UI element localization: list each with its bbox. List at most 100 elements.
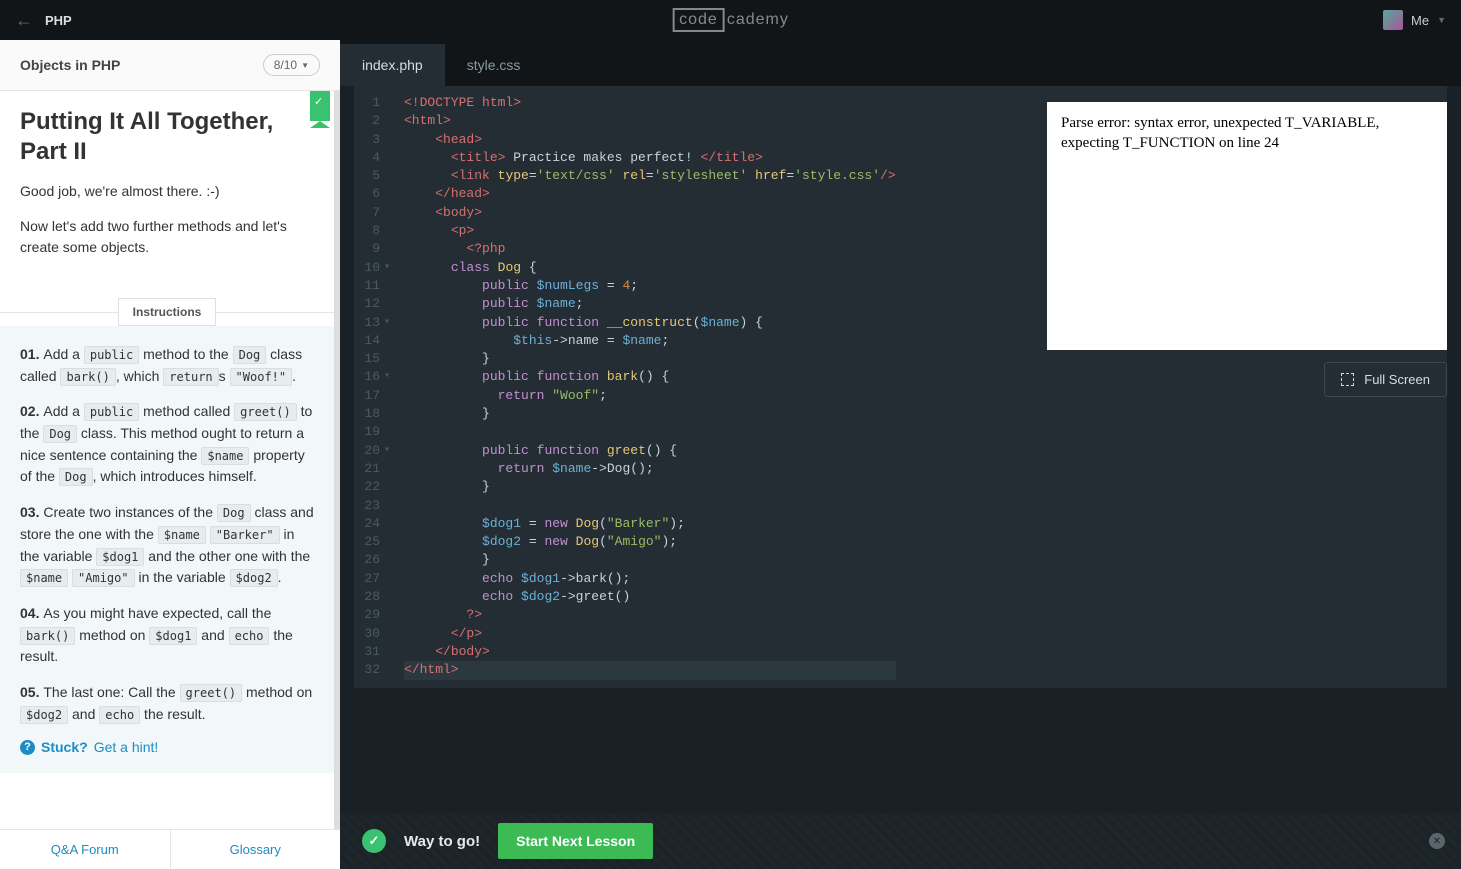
code-line[interactable]: <html> <box>404 112 896 130</box>
stuck-label: Stuck? <box>41 739 88 755</box>
check-icon: ✓ <box>314 95 323 108</box>
code-line[interactable]: $dog2 = new Dog("Amigo"); <box>404 533 896 551</box>
hint-link[interactable]: Get a hint! <box>94 739 159 755</box>
logo-boxed: code <box>672 8 725 32</box>
gutter-line-number: 2 <box>358 112 386 130</box>
code-line[interactable]: </head> <box>404 185 896 203</box>
instruction-step: 04. As you might have expected, call the… <box>20 603 314 668</box>
code-line[interactable]: public function greet() { <box>404 442 896 460</box>
code-line[interactable]: $this->name = $name; <box>404 332 896 350</box>
status-text: Way to go! <box>404 833 480 850</box>
code-line[interactable]: return "Woof"; <box>404 387 896 405</box>
inline-code: bark() <box>60 368 115 386</box>
close-icon[interactable]: ✕ <box>1429 833 1445 849</box>
gutter-line-number: 24 <box>358 515 386 533</box>
gutter-line-number: 9 <box>358 240 386 258</box>
code-line[interactable]: ?> <box>404 606 896 624</box>
step-count: 8/10 <box>274 58 297 72</box>
fold-icon[interactable]: ▾ <box>384 259 390 277</box>
step-selector[interactable]: 8/10 ▼ <box>263 54 320 76</box>
code-line[interactable]: return $name->Dog(); <box>404 460 896 478</box>
fold-icon[interactable]: ▾ <box>384 442 390 460</box>
code-line[interactable]: public function __construct($name) { <box>404 314 896 332</box>
inline-code: $dog2 <box>20 706 68 724</box>
code-line[interactable]: public function bark() { <box>404 368 896 386</box>
inline-code: echo <box>99 706 140 724</box>
hint-row[interactable]: ? Stuck? Get a hint! <box>20 739 314 755</box>
tab-style-css[interactable]: style.css <box>445 44 543 86</box>
code-line[interactable]: } <box>404 478 896 496</box>
logo[interactable]: code cademy <box>672 8 789 32</box>
gutter-line-number: 3 <box>358 131 386 149</box>
instruction-step: 03. Create two instances of the Dog clas… <box>20 502 314 589</box>
start-next-lesson-button[interactable]: Start Next Lesson <box>498 823 653 859</box>
fold-icon[interactable]: ▾ <box>384 314 390 332</box>
code-line[interactable]: <p> <box>404 222 896 240</box>
inline-code: "Barker" <box>210 526 280 544</box>
output-content: Parse error: syntax error, unexpected T_… <box>1047 102 1447 350</box>
gutter-line-number: 16▾ <box>358 368 386 386</box>
code-line[interactable] <box>404 497 896 515</box>
gutter-line-number: 30 <box>358 625 386 643</box>
code-line[interactable]: public $numLegs = 4; <box>404 277 896 295</box>
code-line[interactable]: </html> <box>404 661 896 679</box>
lesson-title: Putting It All Together, Part II <box>20 107 294 167</box>
code-line[interactable]: } <box>404 551 896 569</box>
inline-code: echo <box>229 627 270 645</box>
gutter-line-number: 11 <box>358 277 386 295</box>
check-circle-icon: ✓ <box>362 829 386 853</box>
gutter-line-number: 20▾ <box>358 442 386 460</box>
question-icon: ? <box>20 740 35 755</box>
gutter-line-number: 18 <box>358 405 386 423</box>
fold-icon[interactable]: ▾ <box>384 368 390 386</box>
code-line[interactable]: </p> <box>404 625 896 643</box>
back-arrow-icon[interactable]: ← <box>15 10 33 31</box>
code-line[interactable]: <title> Practice makes perfect! </title> <box>404 149 896 167</box>
code-line[interactable] <box>404 423 896 441</box>
code-line[interactable]: } <box>404 350 896 368</box>
inline-code: "Amigo" <box>72 569 135 587</box>
lesson-category: Objects in PHP <box>20 57 120 73</box>
user-menu[interactable]: Me ▼ <box>1383 10 1446 30</box>
inline-code: $dog1 <box>96 548 144 566</box>
code-line[interactable]: echo $dog1->bark(); <box>404 570 896 588</box>
code-line[interactable]: <!DOCTYPE html> <box>404 94 896 112</box>
instructions-heading: Instructions <box>118 298 217 326</box>
glossary-link[interactable]: Glossary <box>171 830 341 869</box>
inline-code: public <box>84 346 139 364</box>
code-line[interactable]: echo $dog2->greet() <box>404 588 896 606</box>
inline-code: $name <box>20 569 68 587</box>
gutter-line-number: 14 <box>358 332 386 350</box>
gutter-line-number: 21 <box>358 460 386 478</box>
code-line[interactable]: <?php <box>404 240 896 258</box>
code-line[interactable]: <body> <box>404 204 896 222</box>
header-bar: ← PHP code cademy Me ▼ <box>0 0 1461 40</box>
inline-code: $name <box>201 447 249 465</box>
code-line[interactable]: <head> <box>404 131 896 149</box>
gutter-line-number: 6 <box>358 185 386 203</box>
gutter-line-number: 25 <box>358 533 386 551</box>
gutter-line-number: 27 <box>358 570 386 588</box>
footer-bar: ✓ Way to go! Start Next Lesson ✕ <box>340 813 1461 869</box>
qa-forum-link[interactable]: Q&A Forum <box>0 830 171 869</box>
editor-tabs: index.php style.css <box>340 40 1461 86</box>
gutter-line-number: 23 <box>358 497 386 515</box>
fullscreen-button[interactable]: Full Screen <box>1324 362 1447 397</box>
inline-code: public <box>84 403 139 421</box>
inline-code: greet() <box>180 684 243 702</box>
code-line[interactable]: </body> <box>404 643 896 661</box>
gutter-line-number: 17 <box>358 387 386 405</box>
code-line[interactable]: } <box>404 405 896 423</box>
inline-code: return <box>163 368 218 386</box>
code-line[interactable]: public $name; <box>404 295 896 313</box>
code-line[interactable]: class Dog { <box>404 259 896 277</box>
inline-code: greet() <box>234 403 297 421</box>
gutter-line-number: 22 <box>358 478 386 496</box>
gutter-line-number: 8 <box>358 222 386 240</box>
tab-index-php[interactable]: index.php <box>340 44 445 86</box>
code-line[interactable]: $dog1 = new Dog("Barker"); <box>404 515 896 533</box>
chevron-down-icon: ▼ <box>301 61 309 70</box>
lesson-scroll[interactable]: ✓ Putting It All Together, Part II Good … <box>0 91 340 829</box>
code-line[interactable]: <link type='text/css' rel='stylesheet' h… <box>404 167 896 185</box>
gutter-line-number: 19 <box>358 423 386 441</box>
